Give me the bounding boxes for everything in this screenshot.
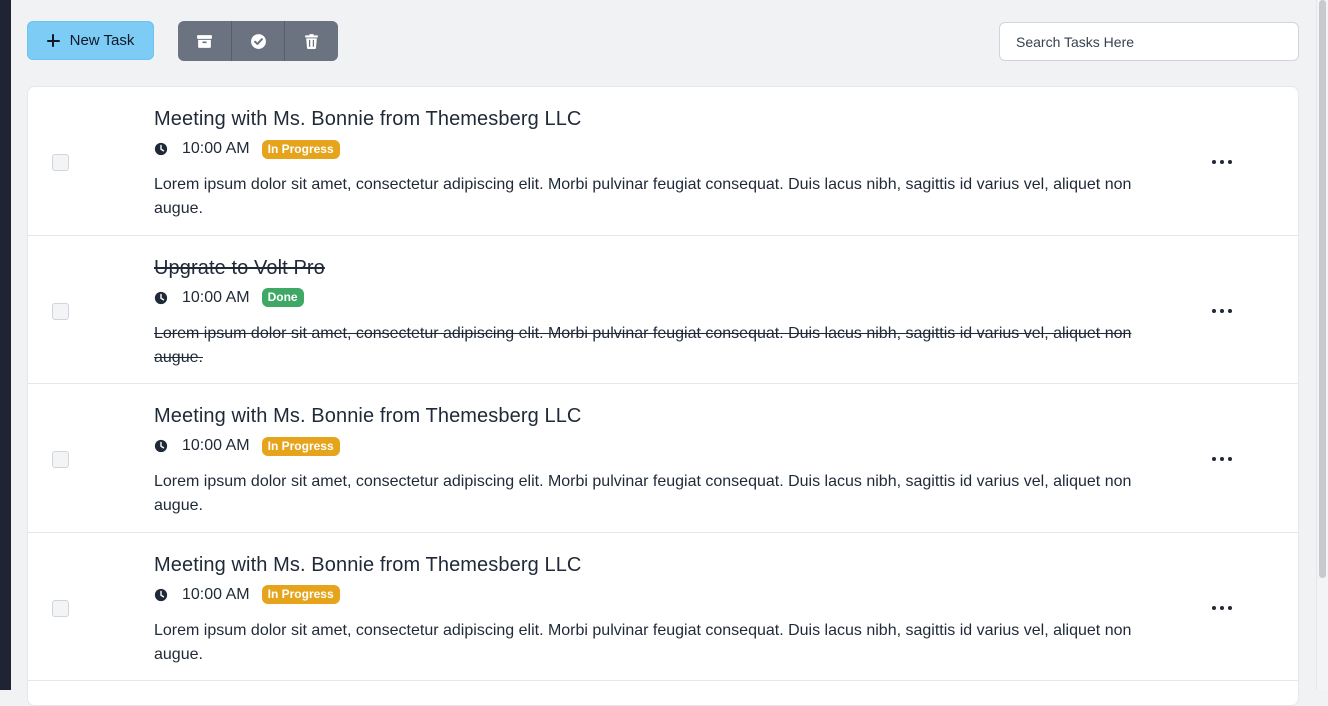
task-meta: 10:00 AM In Progress — [154, 585, 1174, 605]
more-options-button[interactable] — [1212, 603, 1232, 613]
archive-icon — [196, 34, 212, 48]
check-circle-icon — [250, 33, 266, 49]
task-time: 10:00 AM — [182, 288, 250, 306]
task-list: Meeting with Ms. Bonnie from Themesberg … — [27, 86, 1299, 706]
archive-button[interactable] — [178, 21, 231, 61]
task-meta: 10:00 AM In Progress — [154, 436, 1174, 456]
dot — [1212, 160, 1216, 164]
task-body: Meeting with Ms. Bonnie from Themesberg … — [154, 552, 1174, 667]
plus-icon — [46, 34, 60, 47]
task-checkbox[interactable] — [52, 154, 69, 171]
task-title[interactable]: Meeting with Ms. Bonnie from Themesberg … — [154, 403, 1174, 429]
task-body: Meeting with Ms. Bonnie from Themesberg … — [154, 403, 1174, 518]
dot — [1228, 605, 1232, 610]
scrollbar[interactable] — [1316, 0, 1328, 690]
dot — [1212, 457, 1216, 461]
task-row: Meeting with Ms. Bonnie from Themesberg … — [28, 384, 1298, 533]
task-title[interactable]: Upgrate to Volt Pro — [154, 255, 1174, 281]
task-meta: 10:00 AM In Progress — [154, 139, 1174, 159]
dot — [1228, 308, 1232, 313]
clock-icon — [154, 291, 168, 304]
status-badge: In Progress — [261, 436, 340, 456]
task-checkbox[interactable] — [52, 451, 69, 468]
complete-button[interactable] — [230, 21, 285, 61]
clock-icon — [154, 142, 168, 156]
scrollbar-thumb[interactable] — [1319, 0, 1326, 578]
new-task-button[interactable]: New Task — [27, 21, 154, 60]
bulk-actions-group — [178, 21, 338, 61]
dot — [1220, 457, 1224, 461]
task-description: Lorem ipsum dolor sit amet, consectetur … — [154, 324, 1132, 366]
dot — [1220, 308, 1224, 313]
task-time: 10:00 AM — [182, 585, 250, 603]
sidebar-edge — [0, 0, 11, 690]
task-time: 10:00 AM — [182, 140, 250, 157]
task-title[interactable]: Meeting with Ms. Bonnie from Themesberg … — [154, 106, 1174, 132]
status-badge: Done — [261, 288, 304, 307]
clock-icon — [154, 588, 168, 601]
status-badge: In Progress — [261, 139, 340, 159]
task-toolbar: New Task — [27, 21, 1299, 61]
more-options-button[interactable] — [1212, 306, 1232, 316]
more-options-button[interactable] — [1212, 157, 1232, 167]
task-description: Lorem ipsum dolor sit amet, consectetur … — [154, 176, 1132, 217]
search-box — [999, 22, 1299, 61]
dot — [1212, 605, 1216, 610]
task-time: 10:00 AM — [182, 437, 250, 454]
clock-icon — [154, 439, 168, 453]
task-row: Upgrate to Volt Pro 10:00 AM Done Lorem … — [28, 236, 1298, 384]
search-input[interactable] — [1000, 23, 1298, 60]
task-checkbox[interactable] — [52, 302, 69, 320]
task-row: Meeting with Ms. Bonnie from Themesberg … — [28, 533, 1298, 681]
task-body: Upgrate to Volt Pro 10:00 AM Done Lorem … — [154, 255, 1174, 370]
dot — [1228, 457, 1232, 461]
dot — [1212, 308, 1216, 313]
task-description: Lorem ipsum dolor sit amet, consectetur … — [154, 621, 1132, 663]
status-badge: In Progress — [261, 585, 340, 604]
more-options-button[interactable] — [1212, 454, 1232, 464]
new-task-label: New Task — [69, 32, 135, 49]
task-body: Meeting with Ms. Bonnie from Themesberg … — [154, 106, 1174, 221]
dot — [1220, 160, 1224, 164]
delete-button[interactable] — [284, 21, 338, 61]
trash-icon — [305, 33, 319, 49]
task-title[interactable]: Meeting with Ms. Bonnie from Themesberg … — [154, 552, 1174, 578]
task-meta: 10:00 AM Done — [154, 288, 1174, 308]
task-checkbox[interactable] — [52, 599, 69, 617]
dot — [1228, 160, 1232, 164]
dot — [1220, 605, 1224, 610]
task-row: Meeting with Ms. Bonnie from Themesberg … — [28, 87, 1298, 236]
task-description: Lorem ipsum dolor sit amet, consectetur … — [154, 473, 1132, 514]
